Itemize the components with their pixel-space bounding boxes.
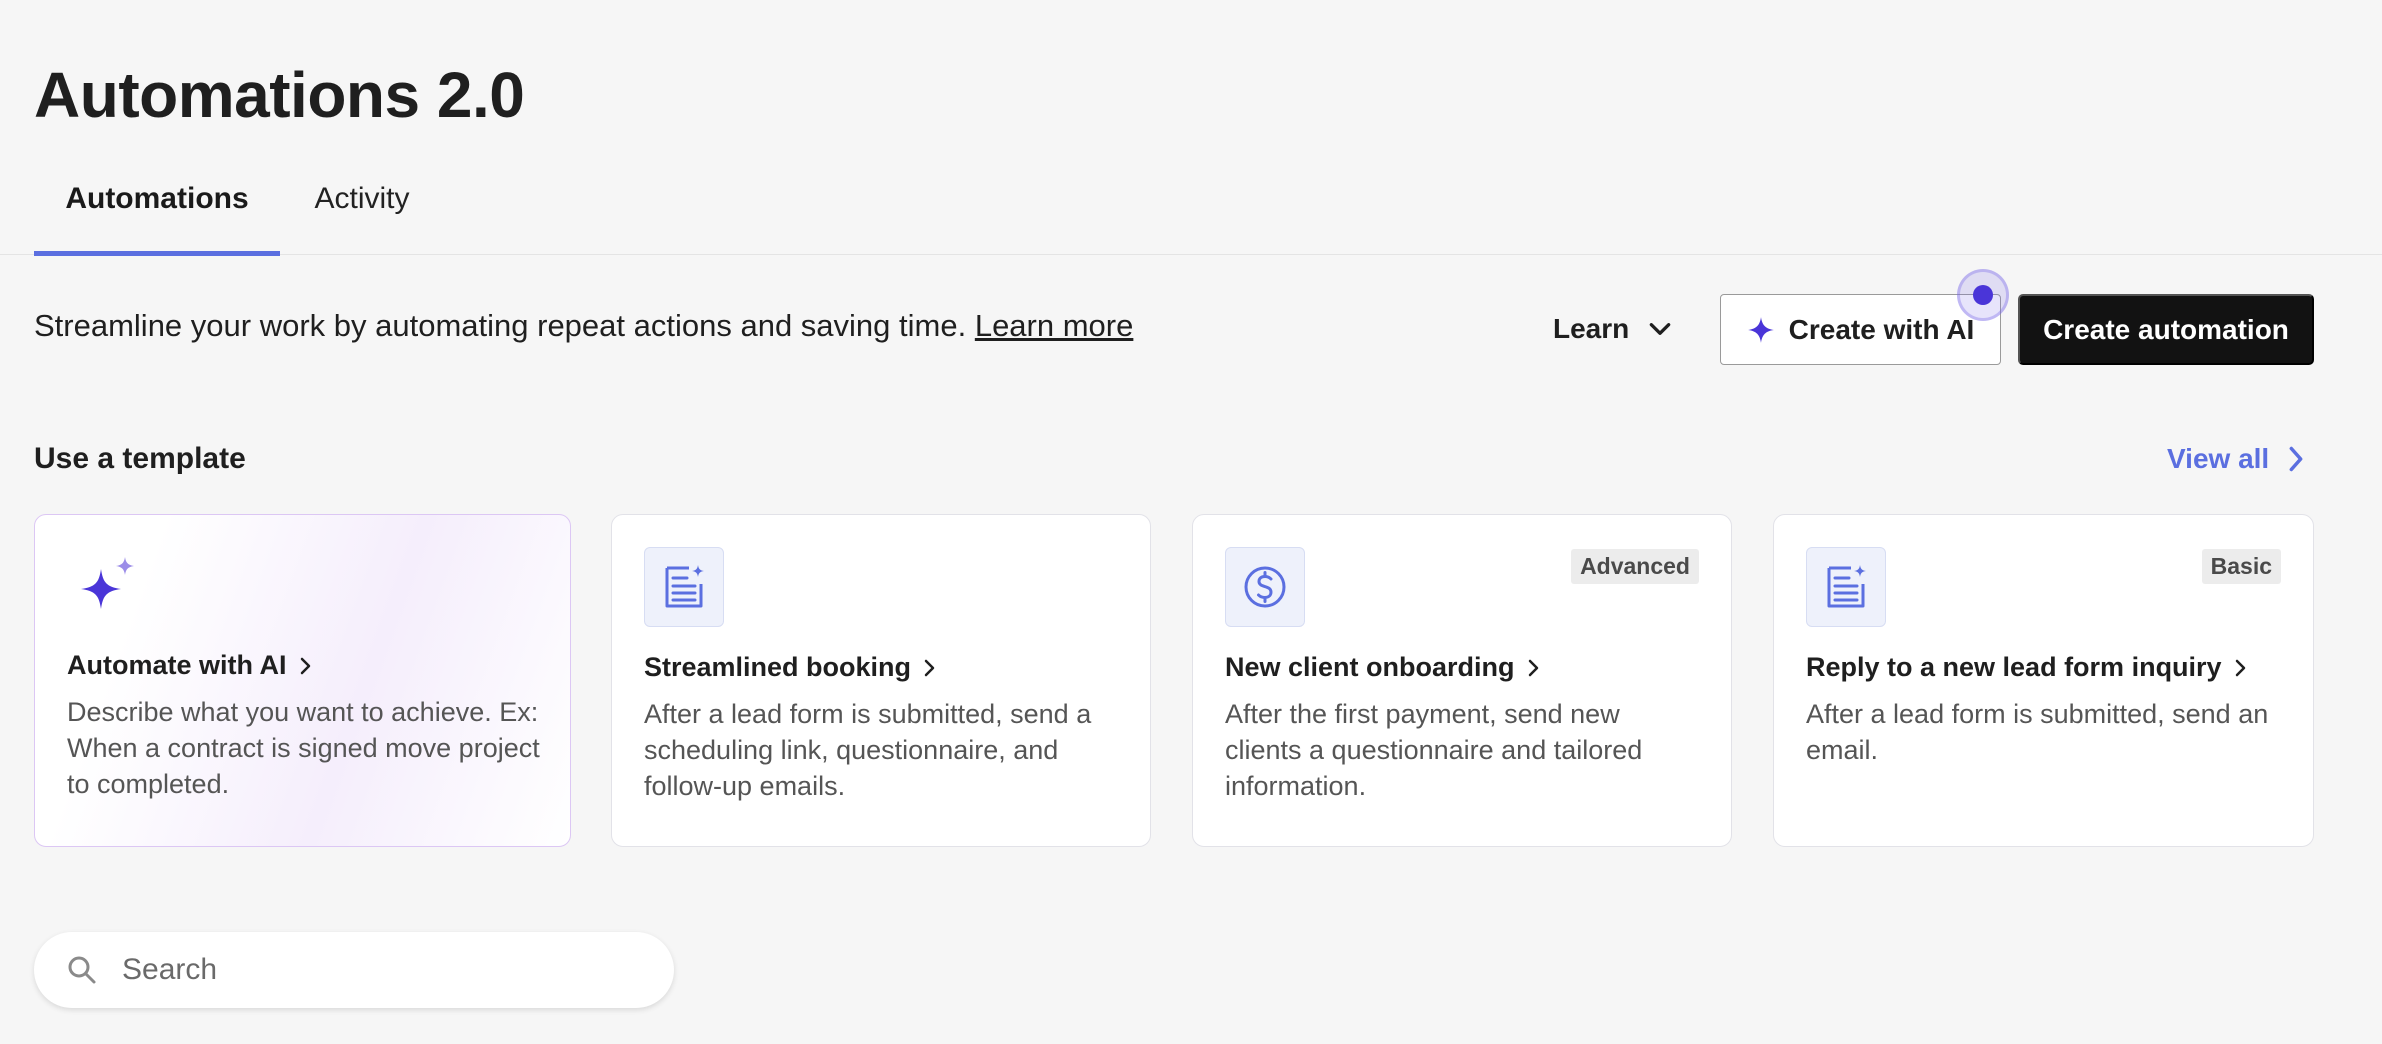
card-description: After a lead form is submitted, send a s… (644, 699, 1092, 801)
card-title: Automate with AI (67, 650, 313, 681)
card-title-text: Reply to a new lead form inquiry (1806, 652, 2222, 682)
difficulty-badge: Basic (2201, 549, 2281, 584)
tab-bar: Automations Activity (0, 172, 2382, 256)
create-automation-button[interactable]: Create automation (2018, 294, 2314, 365)
search-bar (34, 932, 674, 1008)
tab-automations[interactable]: Automations (34, 182, 280, 256)
card-icon-box (1225, 547, 1305, 627)
card-title-text: New client onboarding (1225, 652, 1515, 682)
intro-description: Streamline your work by automating repea… (34, 308, 967, 343)
card-description: After the first payment, send new client… (1225, 699, 1643, 801)
sparkle-icon (1747, 316, 1774, 343)
page-title: Automations 2.0 (34, 59, 525, 131)
intro-text: Streamline your work by automating repea… (34, 308, 1133, 344)
chevron-right-icon (300, 657, 310, 674)
tab-activity[interactable]: Activity (310, 182, 414, 254)
learn-label: Learn (1553, 313, 1630, 344)
card-icon-box (1806, 547, 1886, 627)
template-card-streamlined-booking[interactable]: Streamlined booking After a lead form is… (611, 514, 1151, 847)
dollar-circle-icon (1244, 566, 1286, 608)
view-all-label: View all (2167, 443, 2270, 474)
learn-more-link[interactable]: Learn more (975, 308, 1134, 343)
learn-dropdown[interactable]: Learn (1553, 313, 1673, 345)
chevron-right-icon (2289, 446, 2303, 472)
view-all-link[interactable]: View all (2167, 443, 2307, 475)
template-card-automate-with-ai[interactable]: Automate with AI Describe what you want … (34, 514, 571, 847)
card-title: Reply to a new lead form inquiry (1806, 652, 2248, 683)
card-title-text: Streamlined booking (644, 652, 912, 682)
search-input[interactable] (122, 944, 642, 996)
template-card-reply-lead-form[interactable]: Basic Reply to a new lead form inquiry A… (1773, 514, 2314, 847)
search-icon (68, 956, 96, 984)
chevron-right-icon (2235, 659, 2245, 676)
chevron-right-icon (924, 659, 935, 676)
card-title: New client onboarding (1225, 652, 1541, 683)
section-title: Use a template (34, 442, 246, 475)
automations-page: Automations 2.0 Automations Activity Str… (0, 0, 2382, 1044)
card-description: After a lead form is submitted, send an … (1806, 699, 2269, 765)
create-with-ai-label: Create with AI (1788, 313, 1975, 345)
card-title-text: Automate with AI (67, 650, 287, 680)
chevron-right-icon (1528, 659, 1538, 676)
card-title: Streamlined booking (644, 652, 937, 683)
form-sparkle-icon (665, 565, 704, 608)
form-sparkle-icon (1827, 565, 1866, 608)
chevron-down-icon (1649, 323, 1671, 335)
difficulty-badge: Advanced (1571, 549, 1699, 584)
sparkles-icon (81, 557, 134, 609)
card-icon-box (644, 547, 724, 627)
card-description: Describe what you want to achieve. Ex: W… (67, 697, 540, 799)
template-card-new-client-onboarding[interactable]: Advanced New client onboarding After the… (1192, 514, 1732, 847)
onboarding-hotspot[interactable] (1957, 269, 2009, 321)
hotspot-dot (1973, 285, 1993, 305)
